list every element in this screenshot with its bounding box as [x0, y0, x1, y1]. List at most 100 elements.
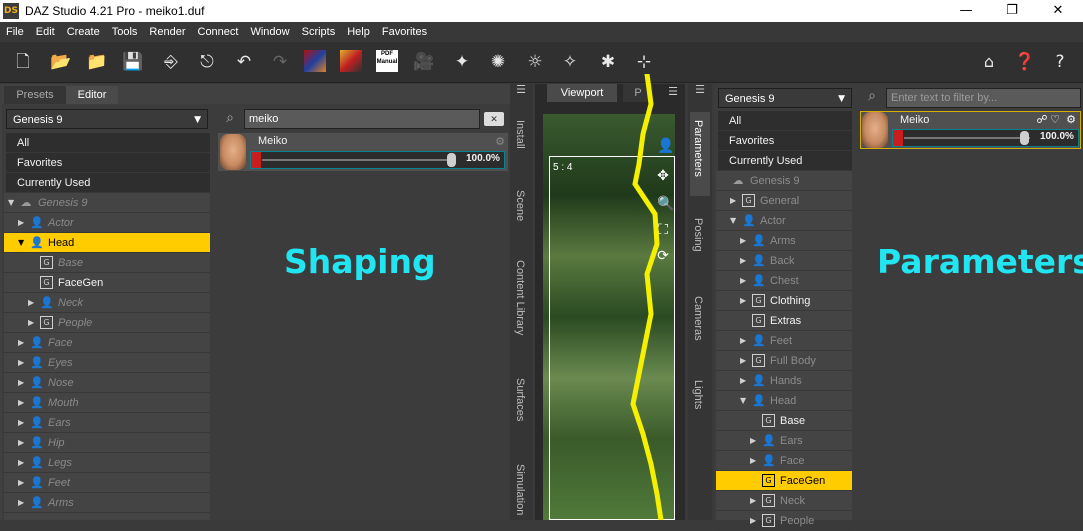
tab-lights[interactable]: Lights [692, 380, 704, 409]
collapsed-arrow-icon[interactable]: ▶ [18, 333, 24, 353]
point-light-icon[interactable]: ✺ [486, 50, 510, 74]
tree-item[interactable]: ▶ 👤 Arms [4, 493, 210, 513]
tab-simulation[interactable]: Simulation [514, 464, 526, 515]
tree-item[interactable]: ▶ 👤 Legs [4, 453, 210, 473]
merge-file-icon[interactable]: 📁 [85, 50, 109, 74]
filter-currently-used[interactable]: Currently Used [718, 151, 852, 171]
tree-item[interactable]: ▶ 👤 Feet [4, 473, 210, 493]
search-input[interactable]: meiko [244, 109, 480, 129]
tab-parameters[interactable]: Parameters [692, 120, 704, 177]
ds-home-icon[interactable]: ⌂ [977, 50, 1001, 74]
clear-search-icon[interactable]: ✕ [484, 112, 504, 126]
menu-render[interactable]: Render [143, 22, 191, 42]
tree-item[interactable]: ▶ G Clothing [716, 291, 852, 311]
collapsed-arrow-icon[interactable]: ▶ [28, 313, 34, 333]
tree-item[interactable]: ▶ 👤 Back [716, 251, 852, 271]
tree-item[interactable]: ▶ 👤 Nose [4, 373, 210, 393]
tab-install[interactable]: Install [514, 120, 526, 149]
filter-favorites[interactable]: Favorites [718, 131, 852, 151]
tree-item[interactable]: ▼ 👤 Head [4, 233, 210, 253]
collapsed-arrow-icon[interactable]: ▶ [750, 451, 756, 471]
tree-item[interactable]: ▶ G People [4, 313, 210, 333]
pane-menu-icon[interactable]: ☰ [515, 84, 527, 96]
tree-item[interactable]: ▶ 👤 Face [716, 451, 852, 471]
import-icon[interactable]: ⎆ [159, 50, 183, 74]
tree-item[interactable]: ▶ 👤 Ears [716, 431, 852, 451]
menu-create[interactable]: Create [61, 22, 106, 42]
pane-menu-icon[interactable]: ☰ [694, 84, 706, 96]
collapsed-arrow-icon[interactable]: ▶ [730, 191, 736, 211]
expanded-arrow-icon[interactable]: ▼ [18, 233, 24, 253]
close-button[interactable]: ✕ [1035, 0, 1081, 22]
menu-connect[interactable]: Connect [192, 22, 245, 42]
minimize-button[interactable]: — [943, 0, 989, 22]
collapsed-arrow-icon[interactable]: ▶ [18, 373, 24, 393]
collapsed-arrow-icon[interactable]: ▶ [740, 271, 746, 291]
tree-item[interactable]: ▼ 👤 Actor [716, 211, 852, 231]
node-light-icon[interactable]: ✱ [596, 50, 620, 74]
tree-item[interactable]: ▶ G People [716, 511, 852, 531]
collapsed-arrow-icon[interactable]: ▶ [18, 453, 24, 473]
collapsed-arrow-icon[interactable]: ▶ [740, 331, 746, 351]
tab-presets[interactable]: Presets [4, 86, 66, 104]
filter-input[interactable]: Enter text to filter by... [886, 88, 1081, 108]
link-icon[interactable]: ☍ [1036, 114, 1048, 126]
collapsed-arrow-icon[interactable]: ▶ [18, 473, 24, 493]
menu-favorites[interactable]: Favorites [376, 22, 433, 42]
collapsed-arrow-icon[interactable]: ▶ [18, 353, 24, 373]
filter-currently-used[interactable]: Currently Used [6, 173, 210, 193]
collapsed-arrow-icon[interactable]: ▶ [750, 511, 756, 531]
undo-icon[interactable]: ↶ [232, 50, 256, 74]
collapsed-arrow-icon[interactable]: ▶ [18, 393, 24, 413]
tree-item[interactable]: G FaceGen [4, 273, 210, 293]
tree-item[interactable]: ▶ 👤 Hip [4, 433, 210, 453]
distant-light-icon[interactable]: ☼ [523, 50, 547, 74]
tree-item[interactable]: ▶ 👤 Feet [716, 331, 852, 351]
collapsed-arrow-icon[interactable]: ▶ [740, 251, 746, 271]
slider-handle[interactable] [1020, 131, 1029, 145]
collapsed-arrow-icon[interactable]: ▶ [740, 351, 746, 371]
maximize-button[interactable]: ❐ [989, 0, 1035, 22]
expanded-arrow-icon[interactable]: ▼ [740, 391, 746, 411]
figure-select[interactable]: Genesis 9 ▼ [6, 109, 208, 129]
tree-item[interactable]: ▼ 👤 Head [716, 391, 852, 411]
spotlight-icon[interactable]: ✦ [450, 50, 474, 74]
help-icon[interactable]: ? [1048, 50, 1072, 74]
redo-icon[interactable]: ↷ [268, 50, 292, 74]
tree-item[interactable]: ▶ 👤 Face [4, 333, 210, 353]
collapsed-arrow-icon[interactable]: ▶ [750, 491, 756, 511]
tab-cameras[interactable]: Cameras [692, 296, 704, 341]
new-scene-icon[interactable]: 🗋 [11, 50, 35, 74]
collapsed-arrow-icon[interactable]: ▶ [740, 371, 746, 391]
filter-all[interactable]: All [6, 133, 210, 153]
tree-item[interactable]: ▶ G Neck [716, 491, 852, 511]
favorite-heart-icon[interactable]: ♡ [1049, 114, 1061, 126]
tree-item[interactable]: G FaceGen [716, 471, 852, 491]
tree-item[interactable]: ▶ 👤 Ears [4, 413, 210, 433]
camera-icon[interactable]: 🎥 [412, 50, 436, 74]
filter-all[interactable]: All [718, 111, 852, 131]
menu-edit[interactable]: Edit [30, 22, 61, 42]
collapsed-arrow-icon[interactable]: ▶ [18, 433, 24, 453]
tree-item[interactable]: ☁ Genesis 9 [716, 171, 852, 191]
menu-scripts[interactable]: Scripts [296, 22, 342, 42]
expanded-arrow-icon[interactable]: ▼ [730, 211, 736, 231]
tree-item[interactable]: ▶ 👤 Neck [4, 293, 210, 313]
tree-item[interactable]: ▶ 👤 Mouth [4, 393, 210, 413]
save-icon[interactable]: 💾 [121, 50, 145, 74]
render-icon[interactable] [340, 50, 362, 72]
slider-handle[interactable] [447, 153, 456, 167]
collapsed-arrow-icon[interactable]: ▶ [750, 431, 756, 451]
tree-item[interactable]: G Base [716, 411, 852, 431]
gear-icon[interactable]: ⚙ [1065, 114, 1077, 126]
tree-item[interactable]: ▼ ☁ Genesis 9 [4, 193, 210, 213]
tree-item[interactable]: ▶ 👤 Arms [716, 231, 852, 251]
tab-editor[interactable]: Editor [66, 86, 118, 104]
tree-item[interactable]: ▶ G Full Body [716, 351, 852, 371]
tree-item[interactable]: G Extras [716, 311, 852, 331]
tree-item[interactable]: ▶ 👤 Eyes [4, 353, 210, 373]
menu-window[interactable]: Window [244, 22, 295, 42]
collapsed-arrow-icon[interactable]: ▶ [18, 213, 24, 233]
collapsed-arrow-icon[interactable]: ▶ [18, 413, 24, 433]
linear-light-icon[interactable]: ✧ [558, 50, 582, 74]
